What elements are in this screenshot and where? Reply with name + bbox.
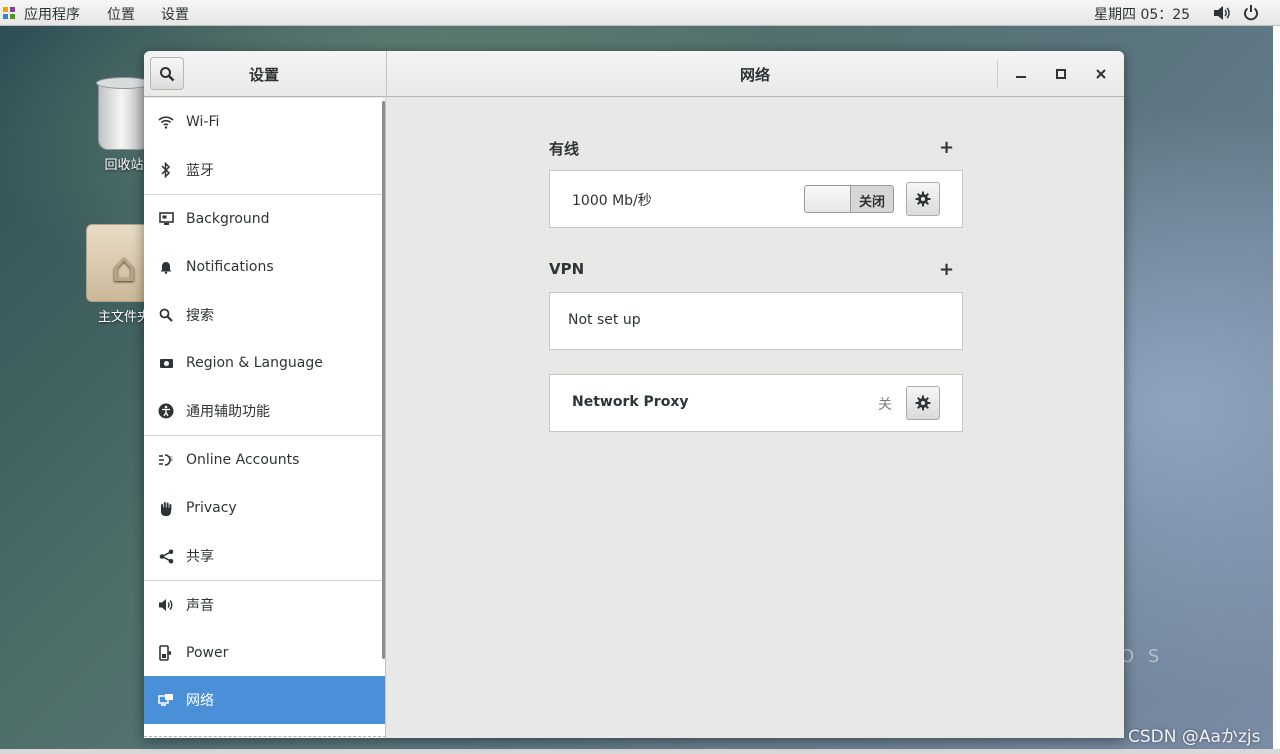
sidebar-item-accessibility[interactable]: 通用辅助功能 — [144, 387, 382, 435]
sidebar-scrollbar[interactable] — [382, 101, 385, 659]
network-panel: 有线 + 1000 Mb/秒 关闭 VPN + Not set up Netwo… — [387, 98, 1124, 738]
bluetooth-icon — [157, 161, 175, 179]
online-accounts-icon: S — [157, 451, 175, 469]
sidebar-item-online-accounts[interactable]: S Online Accounts — [144, 436, 382, 484]
add-wired-button[interactable]: + — [939, 139, 954, 157]
proxy-settings-button[interactable] — [906, 386, 940, 420]
share-icon — [157, 547, 175, 565]
header-separator — [997, 59, 998, 89]
vpn-row: Not set up — [549, 292, 963, 350]
sidebar-item-notifications[interactable]: Notifications — [144, 243, 382, 291]
search-icon — [160, 66, 175, 81]
apps-logo-icon[interactable] — [2, 6, 16, 20]
svg-text:S: S — [169, 456, 173, 463]
sidebar-item-bluetooth[interactable]: 蓝牙 — [144, 146, 382, 194]
search-icon — [157, 306, 175, 324]
close-icon — [1096, 69, 1106, 79]
desktop-edge — [0, 749, 1280, 754]
sidebar-item-label: 网络 — [186, 693, 214, 709]
sidebar-item-label: Privacy — [186, 500, 237, 516]
places-menu[interactable]: 位置 — [107, 4, 135, 24]
vpn-section-title: VPN — [549, 260, 585, 278]
watermark: CSDN @Aaかzjs — [1128, 727, 1261, 747]
settings-window: 设置 网络 Wi-Fi 蓝牙 Background Notifications … — [144, 51, 1124, 738]
sidebar-item-network[interactable]: 网络 — [144, 676, 385, 724]
sidebar-item-label: Online Accounts — [186, 452, 300, 468]
settings-sidebar: Wi-Fi 蓝牙 Background Notifications 搜索 Reg… — [144, 98, 386, 738]
wifi-icon — [157, 113, 175, 131]
sidebar-item-label: 声音 — [186, 598, 214, 614]
network-icon — [157, 691, 175, 709]
sidebar-title: 设置 — [248, 66, 279, 84]
switch-knob — [805, 186, 851, 212]
sidebar-item-label: Region & Language — [186, 355, 323, 371]
desktop-logo-text: O S — [1120, 646, 1164, 667]
proxy-state: 关 — [878, 397, 892, 413]
wired-settings-button[interactable] — [906, 182, 940, 216]
power-plug-icon — [157, 644, 175, 662]
minimize-button[interactable] — [1010, 63, 1032, 85]
sidebar-item-label: 搜索 — [186, 308, 214, 324]
top-panel: 应用程序 位置 设置 星期四 05：25 — [0, 0, 1280, 26]
accessibility-icon — [157, 402, 175, 420]
sidebar-item-power[interactable]: Power — [144, 629, 382, 677]
switch-state-label: 关闭 — [858, 195, 885, 210]
wired-speed: 1000 Mb/秒 — [572, 193, 652, 209]
wired-connection-row: 1000 Mb/秒 关闭 — [549, 170, 963, 228]
close-button[interactable] — [1090, 63, 1112, 85]
headerbar: 设置 网络 — [144, 51, 1124, 97]
sidebar-item-label: Wi-Fi — [186, 114, 220, 130]
hand-icon — [157, 499, 175, 517]
desktop-edge — [1273, 26, 1280, 754]
gear-icon — [915, 191, 931, 207]
gear-icon — [915, 395, 931, 411]
settings-menu[interactable]: 设置 — [161, 4, 189, 24]
sidebar-item-privacy[interactable]: Privacy — [144, 484, 382, 532]
clock[interactable]: 星期四 05：25 — [1094, 4, 1190, 24]
sidebar-item-sharing[interactable]: 共享 — [144, 532, 382, 580]
sidebar-item-label: 共享 — [186, 549, 214, 565]
bell-icon — [157, 258, 175, 276]
maximize-button[interactable] — [1050, 63, 1072, 85]
sidebar-item-wifi[interactable]: Wi-Fi — [144, 98, 382, 146]
sidebar-item-label: 通用辅助功能 — [186, 404, 270, 420]
speaker-icon — [157, 596, 175, 614]
vpn-status: Not set up — [568, 312, 641, 328]
sidebar-item-label: Notifications — [186, 259, 274, 275]
network-proxy-label: Network Proxy — [572, 394, 689, 410]
sidebar-item-label: 蓝牙 — [186, 163, 214, 179]
background-icon — [157, 210, 175, 228]
wired-toggle-switch[interactable]: 关闭 — [804, 185, 894, 213]
search-button[interactable] — [150, 57, 184, 90]
volume-icon[interactable] — [1213, 5, 1231, 21]
sidebar-item-region-language[interactable]: Region & Language — [144, 339, 382, 387]
applications-menu[interactable]: 应用程序 — [24, 4, 80, 24]
sidebar-item-sound[interactable]: 声音 — [144, 581, 382, 629]
power-icon[interactable] — [1243, 4, 1259, 21]
minimize-icon — [1016, 76, 1026, 78]
maximize-icon — [1056, 69, 1066, 79]
sidebar-item-background[interactable]: Background — [144, 195, 382, 243]
wired-section-title: 有线 — [549, 140, 580, 158]
sidebar-scroll-edge — [144, 736, 386, 737]
sidebar-item-label: Power — [186, 645, 229, 661]
add-vpn-button[interactable]: + — [939, 261, 954, 279]
network-proxy-row[interactable]: Network Proxy 关 — [549, 374, 963, 432]
trash-icon — [96, 77, 152, 150]
sidebar-item-search[interactable]: 搜索 — [144, 291, 382, 339]
camera-icon — [157, 354, 175, 372]
sidebar-item-label: Background — [186, 211, 270, 227]
sidebar-header: 设置 — [144, 51, 387, 97]
